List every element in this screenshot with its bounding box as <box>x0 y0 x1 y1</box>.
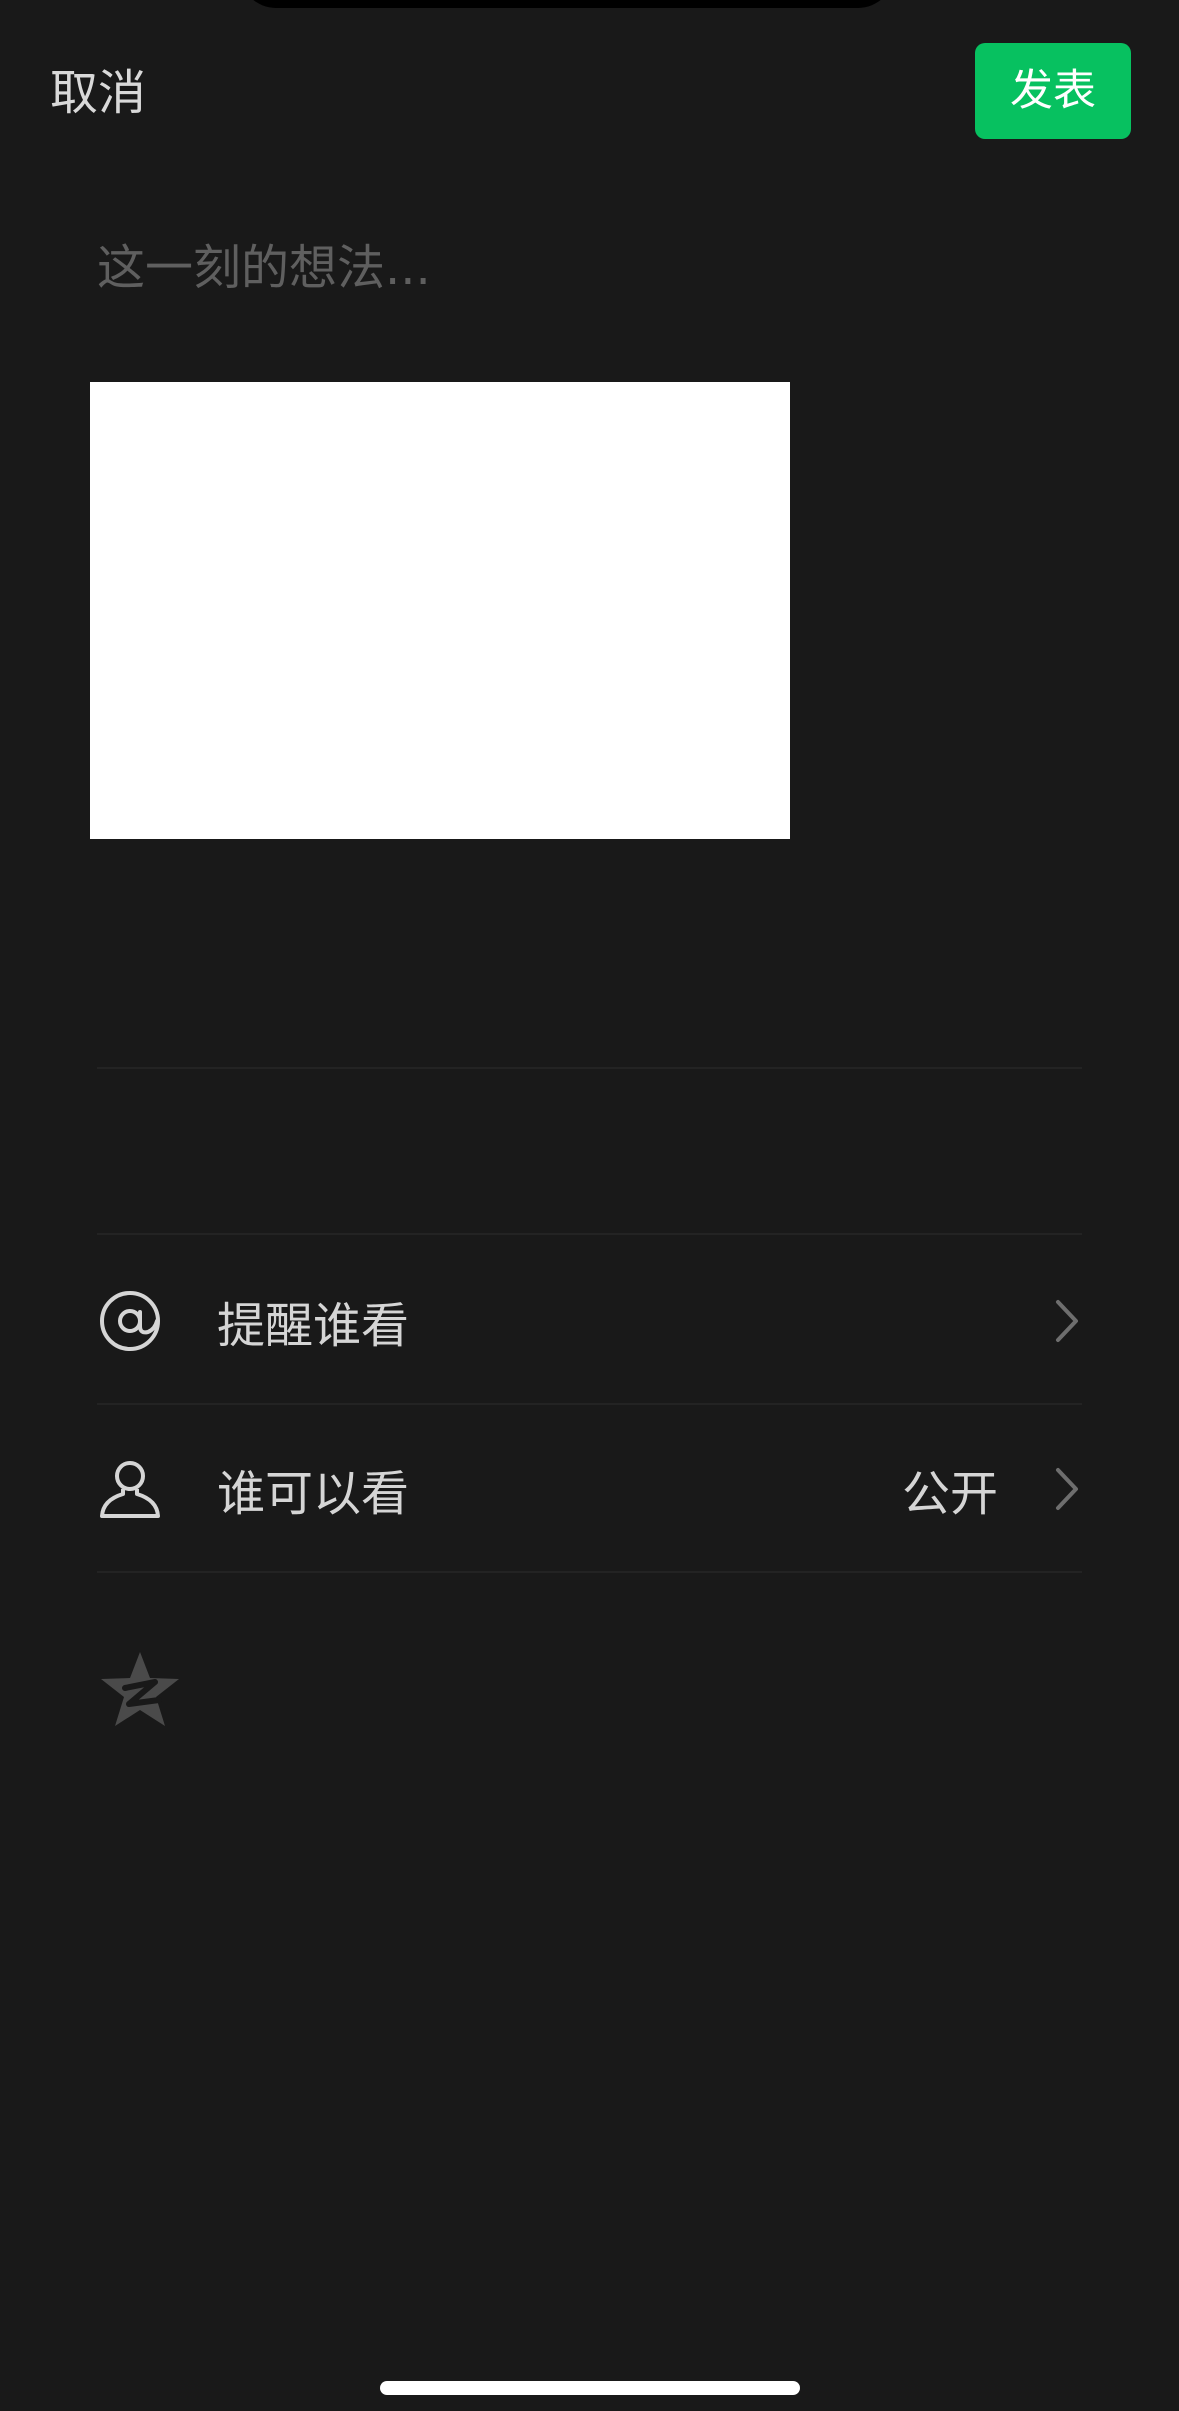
cancel-button[interactable]: 取消 <box>50 58 146 128</box>
attached-photo[interactable] <box>90 382 790 839</box>
device-notch <box>240 0 894 8</box>
thought-input[interactable] <box>97 228 1077 308</box>
remind-who-row[interactable]: 提醒谁看 <box>97 1237 1082 1405</box>
who-can-see-row[interactable]: 谁可以看 公开 <box>97 1405 1082 1573</box>
divider <box>97 1571 1082 1573</box>
qzone-icon[interactable] <box>99 1650 181 1730</box>
divider <box>97 1067 1082 1069</box>
remind-who-label: 提醒谁看 <box>217 1298 410 1354</box>
at-icon <box>100 1291 160 1351</box>
divider <box>97 1233 1082 1235</box>
chevron-right-icon <box>1056 1300 1078 1342</box>
person-icon <box>100 1461 160 1518</box>
chevron-right-icon <box>1056 1468 1078 1510</box>
publish-button[interactable]: 发表 <box>975 43 1131 139</box>
who-can-see-label: 谁可以看 <box>217 1466 410 1522</box>
visibility-value: 公开 <box>901 1466 998 1522</box>
home-indicator[interactable] <box>380 2381 800 2395</box>
